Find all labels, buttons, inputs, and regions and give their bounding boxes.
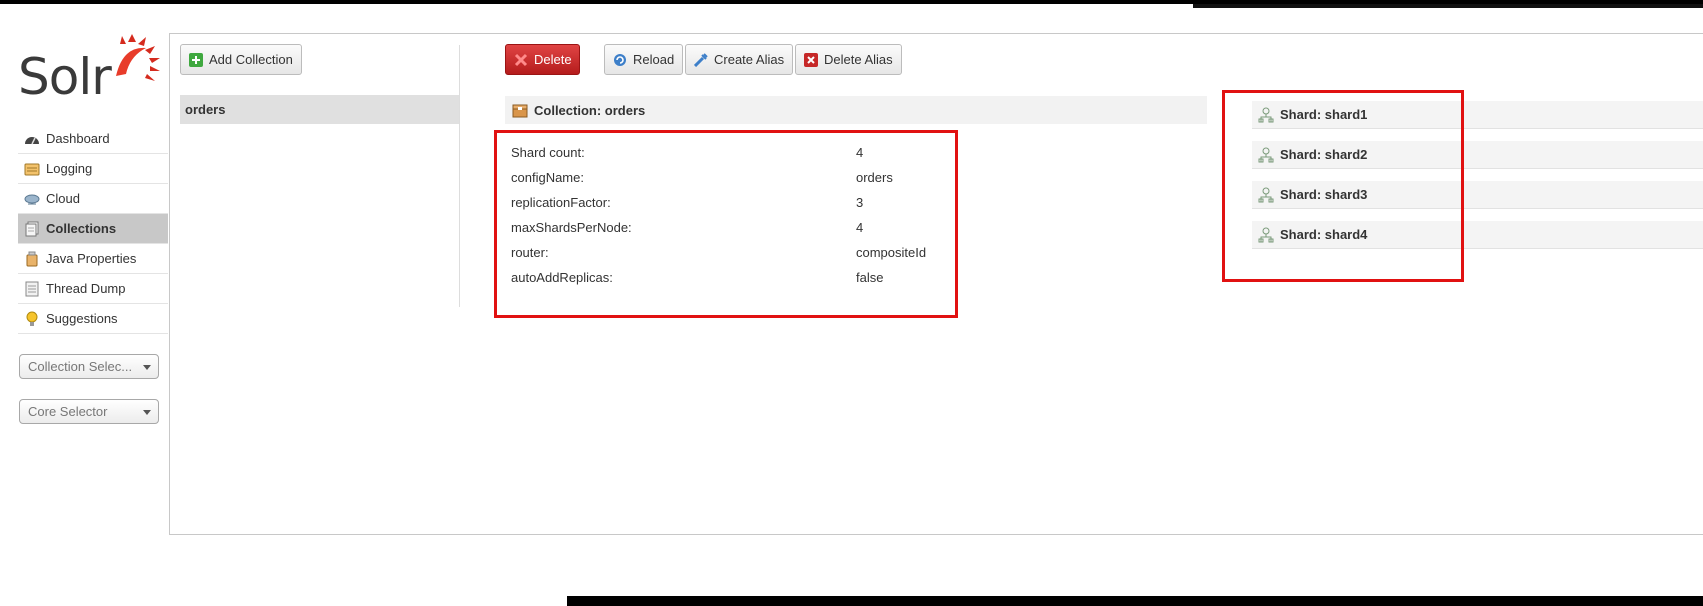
create-alias-label: Create Alias	[714, 52, 785, 67]
delete-alias-button[interactable]: Delete Alias	[795, 44, 902, 75]
prop-key-config-name: configName:	[511, 170, 584, 185]
reload-button[interactable]: Reload	[604, 44, 684, 75]
frame-top-right-edge	[1193, 4, 1703, 8]
solr-logo[interactable]: Solr	[18, 34, 160, 106]
prop-value-shard-count: 4	[856, 145, 864, 160]
sidebar-item-label: Dashboard	[46, 131, 110, 146]
create-alias-button[interactable]: Create Alias	[685, 44, 794, 75]
prop-key-shard-count: Shard count:	[511, 145, 585, 160]
prop-value-config-name: orders	[856, 170, 893, 185]
frame-bottom-edge	[567, 596, 1703, 606]
sidebar-item-label: Suggestions	[46, 311, 118, 326]
sidebar-nav: Dashboard Logging Cloud Collections Java…	[18, 124, 168, 334]
sidebar-item-label: Cloud	[46, 191, 80, 206]
sidebar-item-label: Logging	[46, 161, 93, 176]
delete-button[interactable]: Delete	[505, 44, 580, 75]
sidebar-item-suggestions[interactable]: Suggestions	[18, 304, 168, 334]
sidebar-item-cloud[interactable]: Cloud	[18, 184, 168, 214]
collection-selector[interactable]: Collection Selec...	[19, 354, 159, 379]
core-selector[interactable]: Core Selector	[19, 399, 159, 424]
sidebar-item-label: Java Properties	[46, 251, 137, 266]
prop-value-router: compositeId	[856, 245, 927, 260]
collection-box-icon	[512, 102, 528, 118]
delete-label: Delete	[534, 52, 572, 67]
prop-key-max-shards-per-node: maxShardsPerNode:	[511, 220, 632, 235]
java-properties-icon	[24, 251, 40, 267]
reload-icon	[613, 53, 627, 67]
add-collection-button[interactable]: Add Collection	[180, 44, 302, 75]
core-selector-value: Core Selector	[28, 404, 108, 419]
logging-icon	[24, 161, 40, 177]
sidebar-item-label: Collections	[46, 221, 117, 236]
delete-x-icon	[514, 53, 528, 67]
collection-title: Collection: orders	[534, 102, 646, 118]
shards-highlight-box	[1222, 90, 1464, 282]
solr-sun-icon	[116, 34, 160, 81]
reload-label: Reload	[633, 52, 675, 67]
create-alias-icon	[694, 52, 708, 67]
sidebar-item-logging[interactable]: Logging	[18, 154, 168, 184]
collection-list-item-orders[interactable]: orders	[180, 95, 459, 124]
prop-key-auto-add-replicas: autoAddReplicas:	[511, 270, 613, 285]
prop-value-max-shards-per-node: 4	[856, 220, 864, 235]
prop-key-replication-factor: replicationFactor:	[511, 195, 611, 210]
collection-header: Collection: orders	[505, 96, 1207, 124]
prop-key-router: router:	[511, 245, 549, 260]
collection-list-item-label: orders	[185, 102, 226, 117]
dashboard-icon	[24, 131, 40, 147]
chevron-down-icon	[143, 365, 151, 370]
sidebar-item-label: Thread Dump	[46, 281, 126, 296]
cloud-icon	[24, 191, 40, 207]
delete-alias-label: Delete Alias	[824, 52, 893, 67]
collections-icon	[24, 221, 40, 237]
sidebar-item-thread-dump[interactable]: Thread Dump	[18, 274, 168, 304]
logo-text: Solr	[18, 48, 112, 106]
add-collection-label: Add Collection	[209, 52, 293, 67]
column-divider	[459, 45, 460, 307]
collection-selector-value: Collection Selec...	[28, 359, 133, 374]
sidebar-item-dashboard[interactable]: Dashboard	[18, 124, 168, 154]
chevron-down-icon	[143, 410, 151, 415]
sidebar-item-java-properties[interactable]: Java Properties	[18, 244, 168, 274]
suggestions-icon	[24, 311, 40, 327]
sidebar-item-collections[interactable]: Collections	[18, 214, 168, 244]
prop-value-replication-factor: 3	[856, 195, 864, 210]
plus-icon	[189, 52, 203, 67]
delete-alias-icon	[804, 52, 818, 67]
thread-dump-icon	[24, 281, 40, 297]
prop-value-auto-add-replicas: false	[856, 270, 884, 285]
